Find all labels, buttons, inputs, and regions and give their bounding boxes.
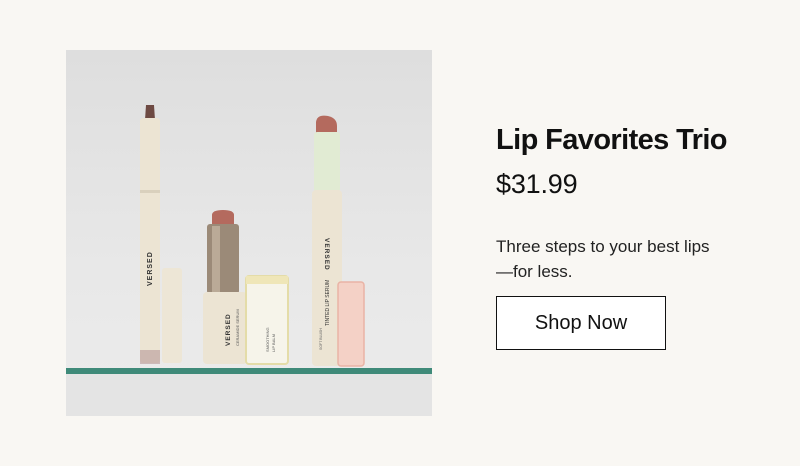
lip-products-illustration: VERSED VERSED CERAMIDE SERUM SMOOTHING L… [66,105,432,416]
serum-label-2: SOFT BLUSH [319,328,323,350]
serum-cap [337,281,365,367]
product-price: $31.99 [496,169,578,199]
product-info: Lip Favorites Trio $31.99 Three steps to… [496,122,776,284]
balm-cap: SMOOTHING LIP BALM [245,275,289,365]
lip-pencil: VERSED [140,105,160,364]
pencil-cap [162,268,182,363]
lip-balm: VERSED CERAMIDE SERUM [203,210,247,364]
serum-brand-text: VERSED [323,238,330,271]
product-image[interactable]: VERSED VERSED CERAMIDE SERUM SMOOTHING L… [66,50,432,416]
balm-label-3: LIP BALM [271,334,276,352]
pencil-brand-text: VERSED [147,251,154,286]
serum-label-1: TINTED LIP SERUM [325,280,331,326]
glass-shelf [66,368,432,374]
balm-label-1: CERAMIDE SERUM [235,309,240,346]
shop-now-button[interactable]: Shop Now [496,296,666,350]
glass-shelf-shadow [66,372,432,416]
product-title: Lip Favorites Trio [496,124,728,156]
balm-brand-text: VERSED [225,313,232,346]
balm-label-2: SMOOTHING [265,327,270,352]
product-description: Three steps to your best lips—for less. [496,237,710,281]
